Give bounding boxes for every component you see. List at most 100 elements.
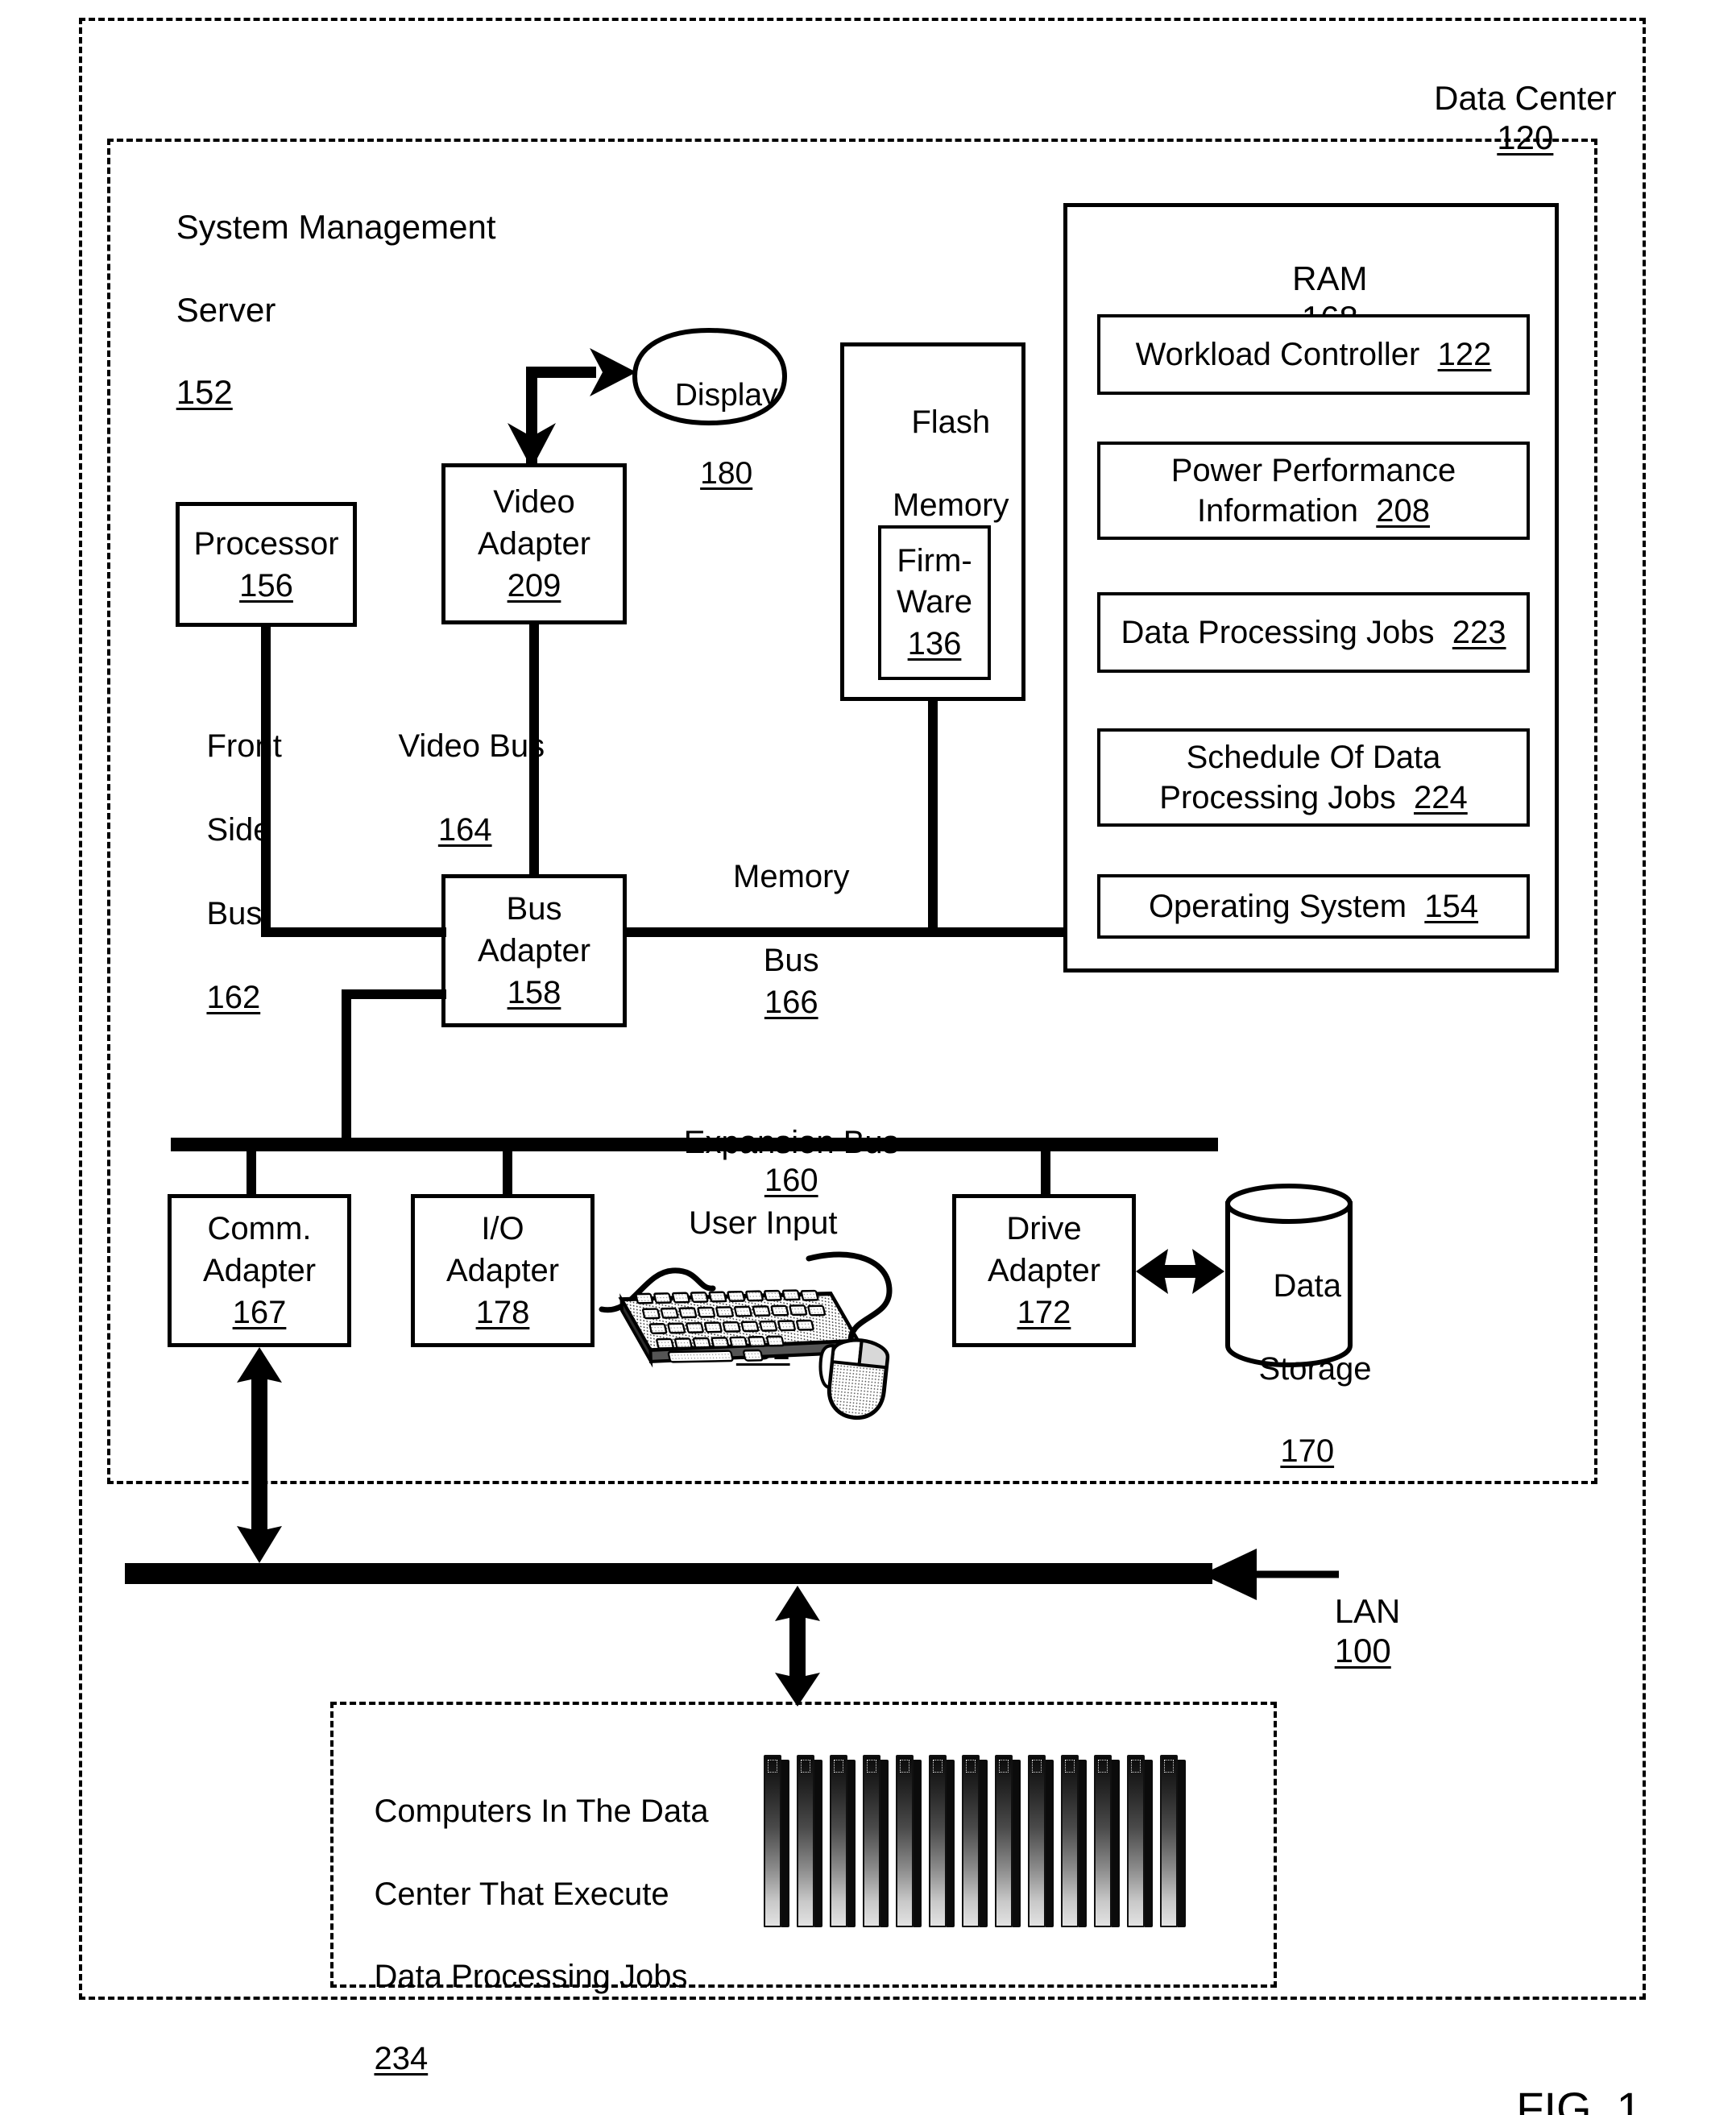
display-ref: 180 [700,456,753,491]
server-rack-unit [929,1755,947,1927]
memory-bus-ref: 166 [764,985,818,1020]
comm-adapter-box: Comm. Adapter 167 [168,1194,351,1347]
server-rack-side [1079,1760,1087,1927]
processor-ref: 156 [239,567,293,603]
drive-adapter-label2: Adapter [987,1253,1101,1288]
comm-adapter-label2: Adapter [202,1253,317,1288]
server-rack-side [847,1760,856,1927]
lan-label: LAN 100 [1297,1552,1539,1711]
server-rack-unit [830,1755,847,1927]
ram-module-2-label: Data Processing Jobs [1121,614,1435,650]
flash-memory-label2: Memory [893,487,1009,523]
server-rack-unit [995,1755,1013,1927]
video-adapter-ref: 209 [507,568,561,603]
display-label-text: Display [674,377,778,413]
comm-lan-double-arrow [237,1347,282,1563]
video-bus-ref: 164 [437,812,492,848]
computers-label1: Computers In The Data [374,1794,709,1830]
server-rack-unit [863,1755,880,1927]
server-rack-side [1178,1760,1186,1927]
computers-label: Computers In The Data Center That Execut… [338,1750,757,2115]
flash-memory-label1: Flash [911,404,991,441]
lan-ref: 100 [1334,1632,1391,1670]
comm-adapter-label1: Comm. [207,1211,312,1246]
comm-adapter-leg [247,1146,256,1196]
firmware-ref: 136 [907,625,962,661]
processor-box: Processor 156 [176,502,357,627]
video-adapter-label2: Adapter [477,526,591,562]
ram-module-1-ref: 208 [1376,493,1431,529]
ram-module-operating-system: Operating System 154 [1097,874,1530,939]
server-rack-row [764,1755,1199,1932]
ram-module-0-label: Workload Controller [1135,336,1420,372]
video-display-connector [508,348,636,469]
memory-bus-label-text: Memory [733,859,850,894]
server-rack-side [947,1760,955,1927]
video-adapter-label1: Video [493,484,575,520]
server-rack-side [880,1760,889,1927]
io-adapter-leg [503,1146,512,1196]
server-ref: 152 [176,373,233,412]
bus-adapter-label2: Adapter [477,933,591,968]
video-bus-label-text: Video Bus [398,728,545,764]
firmware-box: Firm- Ware 136 [878,525,991,680]
server-rack-side [781,1760,789,1927]
ram-module-schedule-of-data-processing-jobs: Schedule Of Data Processing Jobs 224 [1097,728,1530,827]
drive-adapter-label1: Drive [1006,1211,1082,1246]
figure-sheet: Data Center 120 System Management Server… [0,0,1736,2115]
ram-module-3-label2: Processing Jobs [1159,780,1396,815]
server-rack-side [1046,1760,1054,1927]
drive-adapter-box: Drive Adapter 172 [952,1194,1136,1347]
server-rack-unit [1094,1755,1112,1927]
firmware-label2: Ware [896,584,973,620]
firmware-label1: Firm- [897,543,972,579]
memory-bus-label: Memory Bus 166 [661,814,886,1065]
video-adapter-box: Video Adapter 209 [441,463,627,624]
server-rack-unit [1127,1755,1145,1927]
bus-adapter-label1: Bus [506,891,562,927]
lan-label-text: LAN [1334,1592,1401,1631]
expansion-bus-bar [171,1138,1218,1151]
data-storage-label: Data Storage 170 [1223,1225,1371,1513]
ram-title-text: RAM [1292,259,1368,298]
figure-caption: FIG. 1 [1466,2029,1708,2115]
memory-bus-label-text2: Bus [763,943,819,978]
ram-module-3-ref: 224 [1413,780,1468,815]
io-adapter-label1: I/O [481,1211,524,1246]
expansion-stem-horizontal [342,989,446,999]
expansion-stem-vertical [342,989,351,1146]
front-side-bus-ref: 162 [206,980,261,1015]
server-rack-side [980,1760,988,1927]
server-rack-side [1112,1760,1120,1927]
server-rack-side [914,1760,922,1927]
ram-module-0-ref: 122 [1437,336,1492,372]
data-center-label-text: Data Center [1434,79,1617,118]
front-side-bus-label2: Side [206,812,271,848]
comm-adapter-ref: 167 [232,1295,287,1330]
io-adapter-ref: 178 [475,1295,530,1330]
server-rack-unit [1160,1755,1178,1927]
lan-computers-double-arrow [775,1586,820,1707]
computers-label2: Center That Execute [374,1876,669,1912]
computers-label3: Data Processing Jobs [374,1958,688,1994]
bus-adapter-ref: 158 [507,975,561,1010]
io-adapter-label2: Adapter [445,1253,560,1288]
front-side-bus-label: Front Side Bus 162 [171,683,316,1060]
ram-module-3-label1: Schedule Of Data [1186,740,1441,775]
drive-adapter-leg [1041,1146,1050,1196]
server-label-line1: System Management [176,208,496,247]
server-rack-unit [764,1755,781,1927]
io-adapter-box: I/O Adapter 178 [411,1194,595,1347]
lan-bar [125,1563,1212,1584]
ram-module-1-label2: Information [1196,493,1359,529]
server-rack-side [1013,1760,1021,1927]
figure-caption-text: FIG. 1 [1516,2082,1642,2115]
front-side-bus-label3: Bus [206,896,263,931]
flash-memory-bus-line [928,698,938,933]
ram-module-2-ref: 223 [1452,614,1506,650]
server-rack-side [1145,1760,1153,1927]
processor-label: Processor [193,525,339,562]
data-storage-label2: Storage [1258,1350,1372,1387]
ram-module-power-performance-information: Power Performance Information 208 [1097,442,1530,540]
ram-module-4-label: Operating System [1148,888,1407,924]
